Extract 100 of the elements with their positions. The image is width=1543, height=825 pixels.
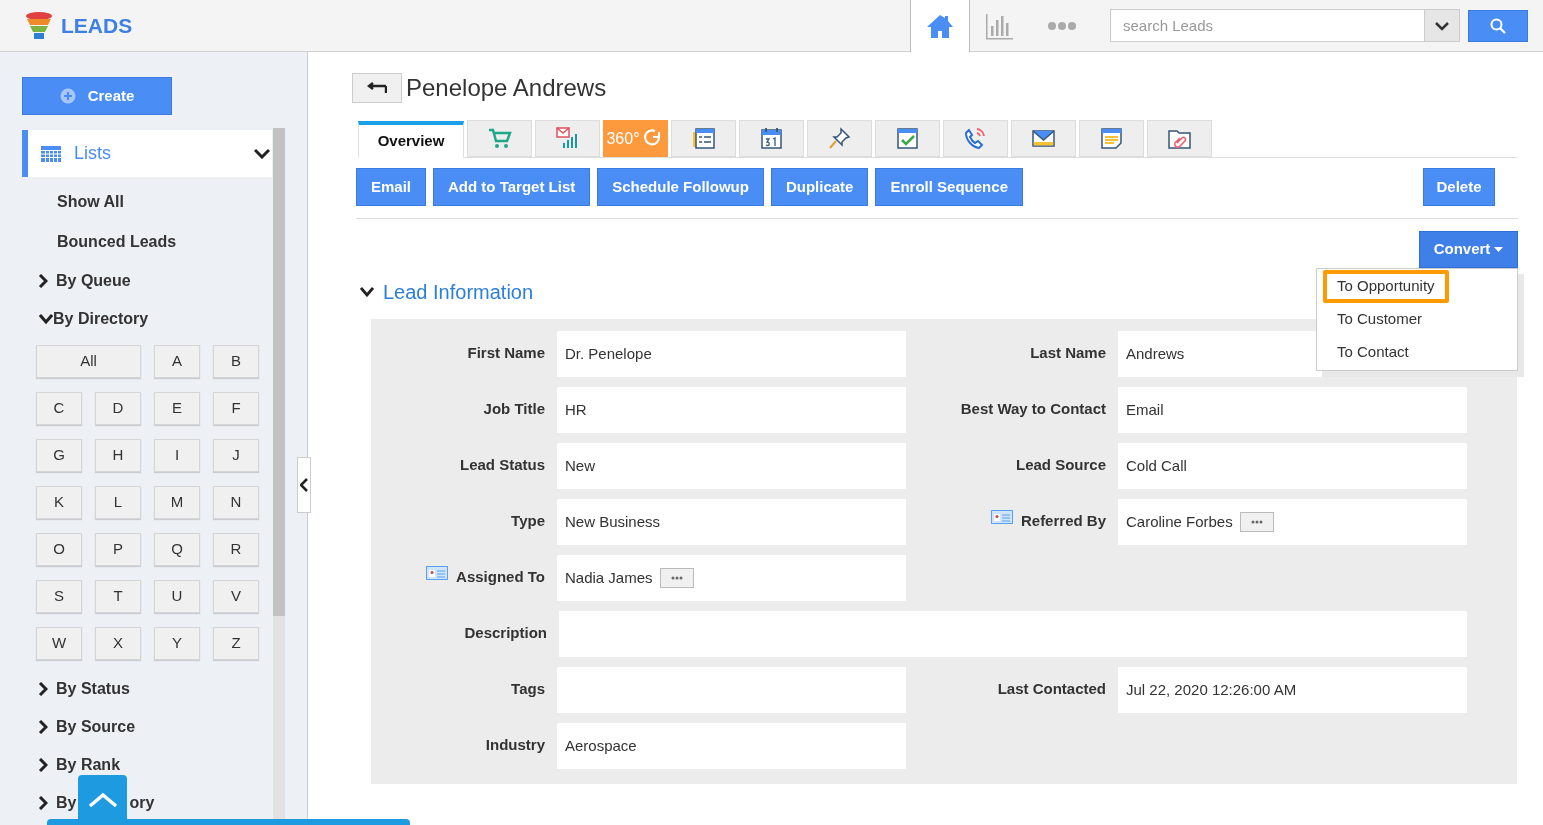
- group-link[interactable]: By Rank: [56, 753, 121, 777]
- letter-filter-button[interactable]: E: [154, 392, 200, 425]
- letter-filter-button[interactable]: V: [213, 580, 259, 613]
- calendar-grid-icon: [41, 145, 61, 162]
- record-title: Penelope Andrews: [406, 73, 607, 103]
- field-label: Best Way to Contact: [960, 399, 1106, 419]
- more-icon: [670, 576, 683, 580]
- group-link[interactable]: By Directory: [53, 307, 149, 331]
- mail-chart-icon: [555, 126, 580, 151]
- record-tab[interactable]: [1011, 120, 1076, 157]
- field-value[interactable]: Jul 22, 2020 12:26:00 AM: [1118, 667, 1467, 713]
- letter-filter-button[interactable]: S: [36, 580, 82, 613]
- cart-icon: [487, 126, 512, 151]
- letter-filter-button[interactable]: D: [95, 392, 141, 425]
- letter-filter-button[interactable]: P: [95, 533, 141, 566]
- more-icon: [1250, 520, 1263, 524]
- letter-filter-button[interactable]: N: [213, 486, 259, 519]
- search-scope-dropdown[interactable]: [1425, 9, 1460, 42]
- group-link[interactable]: By Status: [56, 677, 130, 701]
- menu-item[interactable]: To Opportunity: [1323, 270, 1449, 303]
- calendar-icon: [759, 126, 784, 151]
- letter-filter-button[interactable]: F: [213, 392, 259, 425]
- list-link[interactable]: Show All: [36, 182, 266, 222]
- letter-filter-button[interactable]: A: [154, 345, 200, 378]
- letter-filter-button[interactable]: T: [95, 580, 141, 613]
- field-label: Assigned To: [456, 567, 545, 587]
- search-field[interactable]: search Leads: [1110, 9, 1425, 42]
- pushpin-icon: [827, 126, 852, 151]
- chevron-up-icon: [87, 792, 118, 808]
- task-check-icon: [895, 126, 920, 151]
- record-tab[interactable]: Overview: [358, 121, 464, 158]
- chevron-down-icon: [1435, 20, 1449, 31]
- group-link[interactable]: By Queue: [56, 269, 131, 293]
- bar-chart-icon: [985, 11, 1013, 40]
- funnel-logo-icon: [24, 10, 54, 41]
- record-tab[interactable]: [1079, 120, 1144, 157]
- field-label: Job Title: [483, 399, 545, 419]
- menu-item[interactable]: To Contact: [1323, 336, 1423, 369]
- record-tab[interactable]: [671, 120, 736, 157]
- group-link[interactable]: By Source: [56, 715, 136, 739]
- record-tab[interactable]: [807, 120, 872, 157]
- letter-filter-button[interactable]: W: [36, 627, 82, 660]
- list-link[interactable]: Bounced Leads: [36, 222, 266, 262]
- convert-button[interactable]: Convert: [1419, 231, 1518, 268]
- record-tab[interactable]: [535, 120, 600, 157]
- letter-filter-button[interactable]: B: [213, 345, 259, 378]
- record-tab[interactable]: [1147, 120, 1212, 157]
- contact-card-icon: [990, 510, 1013, 524]
- field-value[interactable]: Caroline Forbes: [1118, 499, 1467, 545]
- field-label: First Name: [467, 343, 545, 363]
- letter-filter-button[interactable]: C: [36, 392, 82, 425]
- field-value[interactable]: Email: [1118, 387, 1467, 433]
- letter-filter-button[interactable]: M: [154, 486, 200, 519]
- back-arrow-icon: [367, 82, 387, 94]
- field-label: Tags: [511, 679, 545, 699]
- letter-filter-button[interactable]: K: [36, 486, 82, 519]
- letter-filter-button[interactable]: U: [154, 580, 200, 613]
- record-tab[interactable]: [943, 120, 1008, 157]
- chevron-left-icon: [300, 478, 308, 492]
- field-value[interactable]: Aerospace: [557, 723, 906, 769]
- record-tab[interactable]: [467, 120, 532, 157]
- collapse-button[interactable]: [297, 457, 311, 513]
- record-tab[interactable]: [739, 120, 804, 157]
- list-card-icon: [691, 126, 716, 151]
- note-icon: [1099, 126, 1124, 151]
- group-link[interactable]: By: [56, 791, 77, 815]
- app-title: LEADS: [61, 12, 133, 39]
- search-icon: [1490, 17, 1506, 34]
- letter-filter-button[interactable]: L: [95, 486, 141, 519]
- letter-filter-button[interactable]: X: [95, 627, 141, 660]
- field-value[interactable]: Nadia James: [557, 555, 906, 601]
- home-button[interactable]: [910, 0, 970, 52]
- record-tab[interactable]: [875, 120, 940, 157]
- letter-filter-button[interactable]: O: [36, 533, 82, 566]
- search-button[interactable]: [1468, 9, 1528, 42]
- letter-filter-button[interactable]: All: [36, 345, 141, 378]
- field-label: Industry: [485, 735, 545, 755]
- letter-filter-button[interactable]: I: [154, 439, 200, 472]
- section-header[interactable]: Lead Information: [360, 277, 534, 307]
- field-label: Lead Source: [1015, 455, 1106, 475]
- letter-filter-button[interactable]: Z: [213, 627, 259, 660]
- lookup-button[interactable]: [1239, 512, 1274, 532]
- lookup-button[interactable]: [659, 568, 694, 588]
- field-value[interactable]: New Business: [557, 499, 906, 545]
- field-value[interactable]: Dr. Penelope: [557, 331, 906, 377]
- field-value[interactable]: New: [557, 443, 906, 489]
- field-value[interactable]: Cold Call: [1118, 443, 1467, 489]
- letter-filter-button[interactable]: Q: [154, 533, 200, 566]
- scrollbar-thumb[interactable]: [273, 128, 285, 616]
- letter-filter-button[interactable]: R: [213, 533, 259, 566]
- letter-filter-button[interactable]: J: [213, 439, 259, 472]
- contact-card-icon: [426, 566, 449, 580]
- field-value[interactable]: HR: [557, 387, 906, 433]
- back-button[interactable]: [352, 73, 402, 103]
- letter-filter-button[interactable]: H: [95, 439, 141, 472]
- letter-filter-button[interactable]: G: [36, 439, 82, 472]
- phone-call-icon: [963, 126, 988, 151]
- chevron-down-icon: [254, 148, 270, 159]
- letter-filter-button[interactable]: Y: [154, 627, 200, 660]
- plus-icon: [59, 88, 76, 104]
